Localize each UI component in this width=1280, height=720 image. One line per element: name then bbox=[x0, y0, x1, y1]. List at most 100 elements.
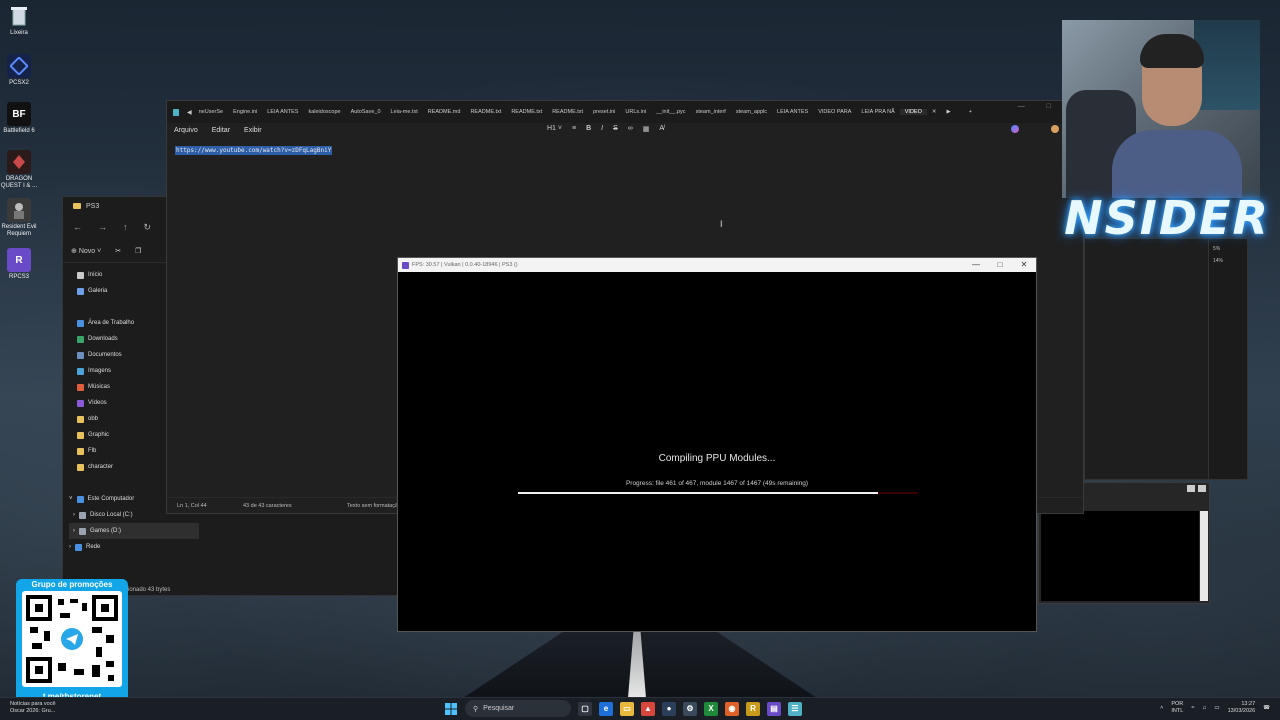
menu-arquivo[interactable]: Arquivo bbox=[174, 127, 198, 134]
dragon-quest-icon bbox=[7, 150, 31, 174]
editor-tab[interactable]: LEIA PRA NÃ bbox=[856, 109, 899, 115]
scroll-left-icon[interactable]: ◀ bbox=[187, 109, 192, 116]
editor-tab[interactable]: README.txt bbox=[506, 109, 547, 115]
xbox-icon[interactable]: X bbox=[704, 701, 718, 716]
desktop-icon-battlefield[interactable]: BF Battlefield 6 bbox=[0, 102, 38, 135]
game-titlebar[interactable]: FPS: 30.57 | Vulkan | 0.0.40-18946 | PS3… bbox=[398, 258, 1036, 272]
edge-icon[interactable]: e bbox=[599, 701, 613, 716]
wifi-icon[interactable]: ≈ bbox=[1191, 705, 1194, 711]
clock-date: 13/03/2026 bbox=[1227, 708, 1256, 714]
minimize-icon[interactable]: — bbox=[964, 258, 988, 272]
webcam-person-hair bbox=[1140, 34, 1204, 68]
editor-tab[interactable]: LEIA ANTES bbox=[262, 109, 303, 115]
up-arrow-icon[interactable]: ↑ bbox=[123, 222, 128, 232]
tree-item-network[interactable]: › Rede bbox=[69, 539, 199, 555]
tree-item-drive-d[interactable]: › Games (D:) bbox=[69, 523, 199, 539]
editor-tab[interactable]: README.txt bbox=[547, 109, 588, 115]
editor-tab[interactable]: VIDEO bbox=[899, 109, 927, 115]
desktop-icon-rpcs3[interactable]: R RPCS3 bbox=[0, 248, 38, 281]
desktop-icon-label: RPCS3 bbox=[8, 274, 29, 280]
sidebar-item-label: Documentos bbox=[88, 352, 122, 358]
close-icon[interactable] bbox=[1198, 485, 1206, 492]
taskbar-search[interactable]: ⚲ Pesquisar bbox=[465, 700, 571, 717]
network-icon bbox=[75, 543, 82, 551]
task-view-icon[interactable]: ▢ bbox=[578, 701, 592, 716]
clock[interactable]: 13:27 13/03/2026 bbox=[1228, 701, 1256, 715]
editor-tab[interactable]: __init__.pyc bbox=[651, 109, 690, 115]
menu-editar[interactable]: Editar bbox=[212, 127, 230, 134]
bold-icon[interactable]: B bbox=[586, 125, 591, 133]
notepad-taskbar-icon[interactable]: ☰ bbox=[788, 701, 802, 716]
desktop-icon-resident-evil[interactable]: Resident Evil Requiem bbox=[0, 198, 38, 238]
editor-tab[interactable]: README.txt bbox=[465, 109, 506, 115]
minimize-icon[interactable]: — bbox=[1018, 103, 1025, 110]
explorer-title: PS3 bbox=[86, 202, 100, 210]
steam-icon[interactable]: ● bbox=[662, 701, 676, 716]
editor-tab[interactable]: neUserSe bbox=[194, 109, 228, 115]
tray-chevron-icon[interactable]: ˄ bbox=[1160, 705, 1163, 711]
clear-format-icon[interactable]: A̸ bbox=[659, 125, 664, 133]
editor-tab[interactable]: LEIA ANTES bbox=[772, 109, 813, 115]
editor-tab[interactable]: preset.ini bbox=[588, 109, 620, 115]
desktop-icon-dragon-quest[interactable]: DRAGON QUEST I & ... bbox=[0, 150, 38, 190]
sidebar-item-label: Músicas bbox=[88, 384, 111, 390]
user-avatar-icon[interactable] bbox=[1051, 125, 1059, 133]
language-indicator[interactable]: POR INTL bbox=[1171, 701, 1183, 715]
char-count: 43 de 43 caracteres bbox=[243, 502, 292, 509]
editor-tab[interactable]: Leia-me.txt bbox=[386, 109, 423, 115]
strikethrough-icon[interactable]: S bbox=[613, 125, 618, 133]
scroll-right-icon[interactable]: ▶ bbox=[941, 109, 955, 115]
link-icon[interactable]: ∞ bbox=[628, 125, 633, 133]
brave-icon[interactable]: ▲ bbox=[641, 701, 655, 716]
editor-tab[interactable]: AutoSave_0 bbox=[346, 109, 386, 115]
editor-tab[interactable]: kaleidoscope bbox=[303, 109, 345, 115]
terminal-output bbox=[1041, 511, 1199, 601]
news-widget[interactable]: Notícias para você Oscar 2026: Gru... bbox=[10, 701, 56, 715]
sidebar-item-label: Imagens bbox=[88, 368, 112, 374]
new-button[interactable]: ⊕ Novo ˅ bbox=[71, 247, 101, 255]
table-icon[interactable]: ▦ bbox=[643, 125, 650, 133]
close-tab-icon[interactable]: ✕ bbox=[927, 109, 942, 115]
settings-icon[interactable]: ⚙ bbox=[683, 701, 697, 716]
editor-tab[interactable]: URLs.ini bbox=[620, 109, 651, 115]
editor-tab[interactable]: Engine.ini bbox=[228, 109, 262, 115]
rockstar-icon[interactable]: R bbox=[746, 701, 760, 716]
volume-icon[interactable]: ♫ bbox=[1202, 705, 1206, 711]
windows-start-icon[interactable] bbox=[444, 702, 458, 716]
firefox-icon[interactable]: ◉ bbox=[725, 701, 739, 716]
editor-tab[interactable]: VIDEO PARA bbox=[813, 109, 856, 115]
notification-bell-icon[interactable]: ☎ bbox=[1263, 705, 1270, 711]
close-icon[interactable]: ✕ bbox=[1012, 258, 1036, 272]
editor-tab[interactable]: README.md bbox=[423, 109, 466, 115]
cut-icon[interactable]: ✂ bbox=[115, 247, 121, 255]
promo-card[interactable]: Grupo de promoções t.me/rbstorenet bbox=[16, 579, 128, 703]
terminal-scrollbar[interactable] bbox=[1200, 511, 1208, 601]
new-tab-icon[interactable]: + bbox=[964, 109, 977, 115]
battery-icon[interactable]: ▭ bbox=[1214, 705, 1219, 711]
heading-dropdown[interactable]: H1 ˅ bbox=[547, 125, 562, 133]
copilot-icon[interactable] bbox=[1011, 125, 1019, 133]
editor-tab[interactable]: steam_interf bbox=[691, 109, 731, 115]
list-icon[interactable]: ≡ bbox=[572, 125, 576, 133]
desktop-icon-recycle-bin[interactable]: Lixeira bbox=[0, 4, 38, 37]
sidebar-item-label: Downloads bbox=[88, 336, 118, 342]
channel-logo: NSIDER bbox=[1064, 191, 1270, 245]
sidebar-item-label: Área de Trabalho bbox=[88, 320, 135, 326]
chevron-right-icon: › bbox=[69, 544, 71, 550]
pin-icon[interactable] bbox=[1187, 485, 1195, 492]
maximize-icon[interactable]: □ bbox=[988, 258, 1012, 272]
editor-tab[interactable]: steam_applc bbox=[731, 109, 772, 115]
rpcs3-taskbar-icon[interactable]: ▤ bbox=[767, 701, 781, 716]
recycle-bin-icon bbox=[7, 4, 31, 28]
menu-exibir[interactable]: Exibir bbox=[244, 127, 262, 134]
editor-window-controls: — □ bbox=[1018, 103, 1051, 110]
maximize-icon[interactable]: □ bbox=[1047, 103, 1051, 110]
italic-icon[interactable]: I bbox=[601, 125, 603, 133]
file-explorer-icon[interactable]: ▭ bbox=[620, 701, 634, 716]
copy-icon[interactable]: ❐ bbox=[135, 247, 141, 255]
refresh-icon[interactable]: ↻ bbox=[144, 222, 152, 233]
forward-arrow-icon[interactable]: → bbox=[98, 222, 107, 232]
editor-text-selected[interactable]: https://www.youtube.com/watch?v=zDFqLagB… bbox=[175, 146, 333, 155]
back-arrow-icon[interactable]: ← bbox=[73, 222, 82, 232]
desktop-icon-pcsx2[interactable]: PCSX2 bbox=[0, 54, 38, 87]
